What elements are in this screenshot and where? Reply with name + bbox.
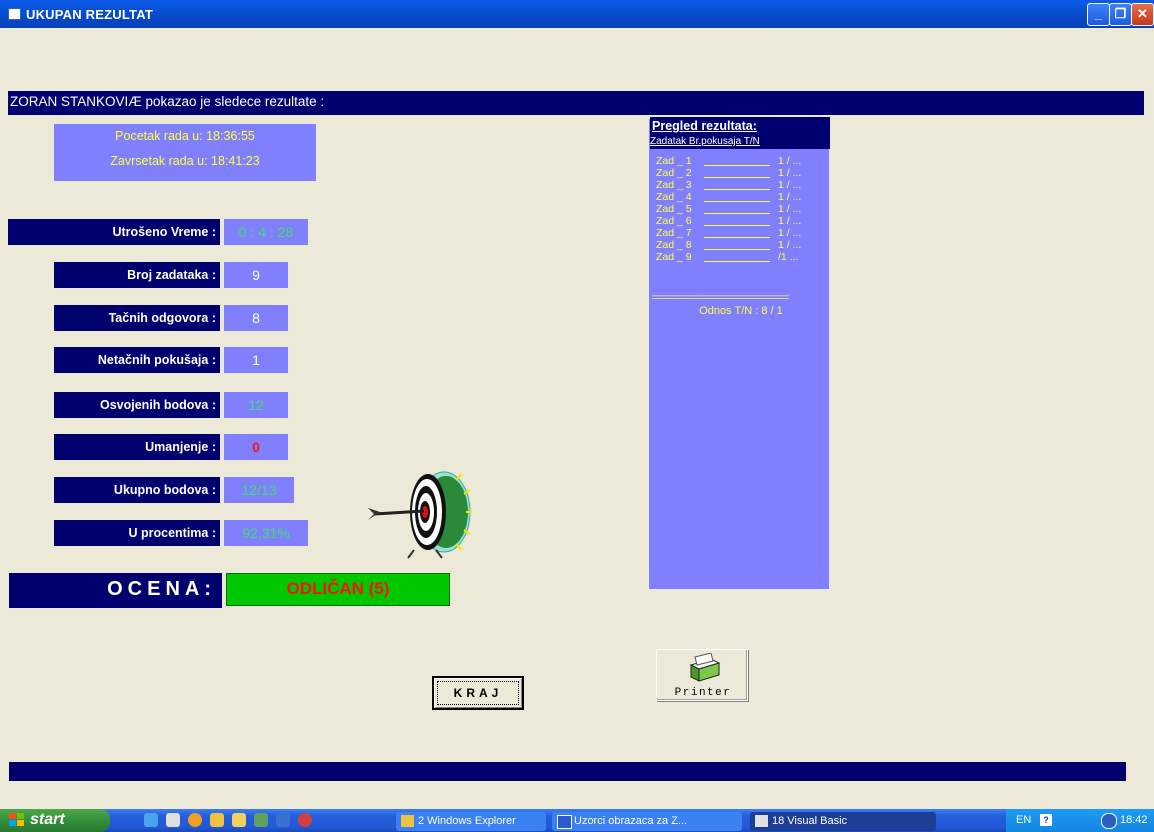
end-time: Zavrsetak rada u: 18:41:23	[110, 154, 260, 168]
stat-value-deduction: 0	[224, 434, 288, 460]
stat-label-total-points: Ukupno bodova :	[54, 477, 220, 503]
windows-logo-icon	[9, 813, 25, 827]
result-value: 1 / ...	[778, 155, 802, 167]
stat-value-percent: 92,31%	[224, 520, 308, 546]
result-value: 1 / ...	[778, 215, 802, 227]
result-row: Zad _ 5 1 / ...	[654, 204, 828, 215]
printer-icon	[689, 653, 721, 682]
result-row: Zad _ 9 /1 ...	[654, 252, 828, 263]
taskbar-item-explorer[interactable]: 2 Windows Explorer	[396, 812, 546, 831]
taskbar-item-vb[interactable]: 18 Visual Basic	[750, 812, 936, 831]
taskbar-item-label: 18 Visual Basic	[772, 815, 848, 827]
outlook-icon[interactable]	[276, 813, 290, 827]
result-value: 1 / ...	[778, 203, 802, 215]
result-task: Zad _ 2	[656, 167, 692, 179]
stat-value-time-spent: 0 : 4 : 28	[224, 219, 308, 245]
printer-button-label: Printer	[674, 687, 732, 699]
help-icon[interactable]: ?	[1040, 814, 1052, 826]
result-task: Zad _ 6	[656, 215, 692, 227]
results-title: Pregled rezultata:	[652, 119, 757, 133]
system-tray: EN ? 18:42	[1006, 809, 1154, 832]
minimize-button[interactable]: _	[1087, 3, 1110, 26]
tray-expand-icon[interactable]	[1101, 813, 1117, 829]
results-separator: ================================	[652, 292, 789, 302]
result-value: 1 / ...	[778, 167, 802, 179]
stat-value-total-points: 12/13	[224, 477, 294, 503]
folder-icon	[401, 815, 414, 827]
result-row: Zad _ 4 1 / ...	[654, 192, 828, 203]
stat-label-time-spent: Utrošeno Vreme :	[8, 219, 220, 245]
focus-rect	[437, 681, 519, 705]
results-subheader: Zadatak Br.pokusaja T/N	[650, 136, 760, 147]
stat-value-correct: 8	[224, 305, 288, 331]
result-row: Zad _ 1 1 / ...	[654, 156, 828, 167]
result-task: Zad _ 8	[656, 239, 692, 251]
taskbar-item-word[interactable]: Uzorci obrazaca za Z...	[552, 812, 742, 831]
result-task: Zad _ 4	[656, 191, 692, 203]
stat-label-incorrect: Netačnih pokušaja :	[54, 347, 220, 373]
language-indicator[interactable]: EN	[1016, 814, 1031, 826]
result-row: Zad _ 2 1 / ...	[654, 168, 828, 179]
stat-label-points: Osvojenih bodova :	[54, 392, 220, 418]
stat-value-task-count: 9	[224, 262, 288, 288]
headline: ZORAN STANKOVIÆ pokazao je sledece rezul…	[8, 91, 1144, 115]
grade-value: ODLIČAN (5)	[226, 573, 450, 606]
result-value: 1 / ...	[778, 191, 802, 203]
app-icon-quicklaunch[interactable]	[254, 813, 268, 827]
maximize-button[interactable]: ❐	[1109, 3, 1132, 26]
result-task: Zad _ 1	[656, 155, 692, 167]
clock: 18:42	[1120, 814, 1148, 826]
ie-icon[interactable]	[144, 813, 158, 827]
media-icon[interactable]	[188, 813, 202, 827]
start-button[interactable]: start	[0, 809, 110, 832]
results-ratio: Odnos T/N : 8 / 1	[699, 305, 783, 317]
start-label: start	[30, 811, 65, 828]
antivirus-icon[interactable]	[298, 813, 312, 827]
time-box: Pocetak rada u: 18:36:55 Zavrsetak rada …	[54, 124, 316, 181]
result-task: Zad _ 7	[656, 227, 692, 239]
folder-icon[interactable]	[232, 813, 246, 827]
dart-target-icon	[368, 471, 472, 559]
start-time: Pocetak rada u: 18:36:55	[115, 129, 255, 143]
result-row: Zad _ 3 1 / ...	[654, 180, 828, 191]
stat-label-task-count: Broj zadataka :	[54, 262, 220, 288]
kraj-button[interactable]: KRAJ	[432, 676, 524, 710]
app-icon[interactable]	[8, 8, 21, 20]
grade-label: OCENA:	[9, 573, 222, 608]
result-task: Zad _ 3	[656, 179, 692, 191]
stat-value-incorrect: 1	[224, 347, 288, 373]
result-value: 1 / ...	[778, 227, 802, 239]
taskbar-item-label: 2 Windows Explorer	[418, 815, 516, 827]
result-row: Zad _ 6 1 / ...	[654, 216, 828, 227]
window-title: UKUPAN REZULTAT	[26, 7, 153, 22]
printer-button[interactable]: Printer	[656, 649, 748, 701]
quicklaunch-icon[interactable]	[210, 813, 224, 827]
result-value: 1 / ...	[778, 179, 802, 191]
title-bar: UKUPAN REZULTAT _ ❐ ✕	[0, 0, 1154, 28]
visual-basic-icon	[755, 815, 768, 827]
result-task: Zad _ 5	[656, 203, 692, 215]
stat-value-points: 12	[224, 392, 288, 418]
desktop-icon[interactable]	[166, 813, 180, 827]
taskbar-item-label: Uzorci obrazaca za Z...	[574, 815, 688, 827]
stat-label-correct: Tačnih odgovora :	[54, 305, 220, 331]
result-task: Zad _ 9	[656, 251, 692, 263]
close-button[interactable]: ✕	[1131, 3, 1154, 26]
results-header: Pregled rezultata: Zadatak Br.pokusaja T…	[650, 117, 830, 149]
bottom-bar	[9, 762, 1126, 781]
result-row: Zad _ 7 1 / ...	[654, 228, 828, 239]
result-row: Zad _ 8 1 / ...	[654, 240, 828, 251]
stat-label-percent: U procentima :	[54, 520, 220, 546]
stat-label-deduction: Umanjenje :	[54, 434, 220, 460]
result-value: 1 / ...	[778, 239, 802, 251]
result-value: /1 ...	[778, 251, 799, 263]
word-icon	[557, 815, 572, 829]
